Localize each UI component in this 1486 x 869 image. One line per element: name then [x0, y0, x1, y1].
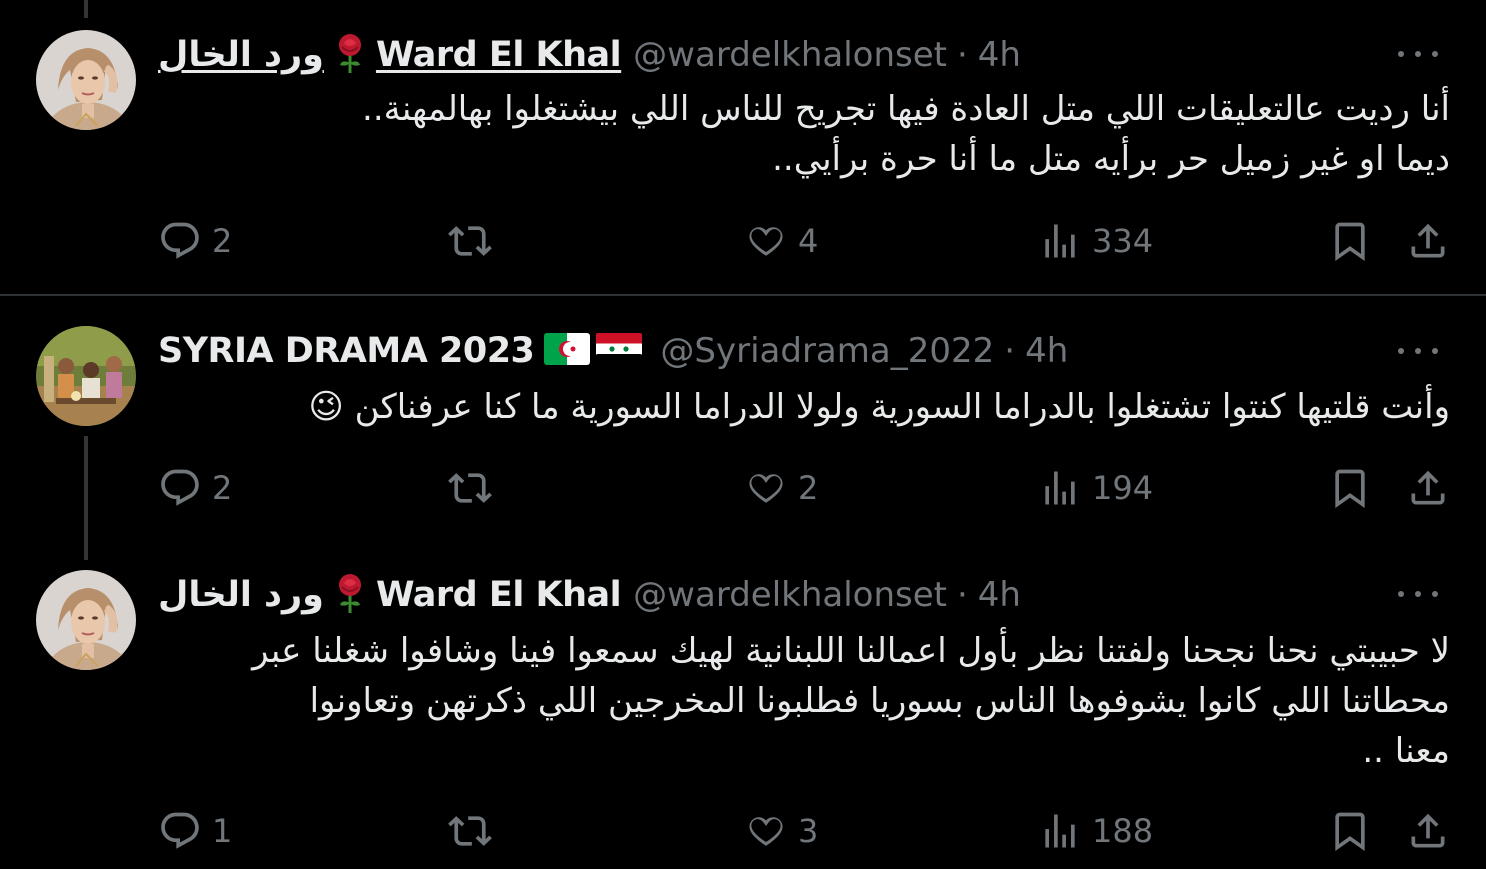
- reply-icon: [161, 222, 199, 259]
- reply-count: 1: [212, 812, 233, 850]
- algeria-flag: [544, 333, 591, 369]
- avatar[interactable]: [36, 30, 136, 130]
- separator-dot: ·: [956, 35, 968, 75]
- display-name[interactable]: Ward El Khal: [376, 575, 622, 615]
- share-button[interactable]: [1406, 216, 1450, 266]
- bookmark-icon: [1335, 469, 1365, 509]
- reply-icon: [161, 469, 199, 506]
- repost-icon: [448, 473, 492, 503]
- reply-button[interactable]: 2: [158, 216, 232, 266]
- views-icon: [1045, 224, 1075, 258]
- share-button[interactable]: [1406, 806, 1450, 856]
- views-button[interactable]: 334: [1038, 216, 1153, 266]
- timestamp[interactable]: 4h: [978, 575, 1021, 615]
- repost-button[interactable]: [448, 806, 492, 856]
- display-name-arabic[interactable]: ورد الخال: [158, 575, 324, 615]
- tweet-header: ورد الخال Ward El Khal @wardelkhalonset …: [158, 570, 1021, 620]
- views-button[interactable]: 188: [1038, 806, 1153, 856]
- heart-icon: [749, 474, 783, 503]
- bookmark-button[interactable]: [1328, 216, 1372, 266]
- separator-dot: ·: [1004, 331, 1016, 371]
- tweet-text-line: محطاتنا اللي كانوا يشوفوها الناس بسوريا …: [309, 681, 1450, 721]
- rose-emoji: [334, 33, 366, 77]
- tweet-header: ورد الخال Ward El Khal @wardelkhalonset …: [158, 30, 1021, 80]
- tweet-actions: 2 2 194: [158, 463, 1458, 513]
- tweet-text-line: وأنت قلتيها كنتوا تشتغلوا بالدراما السور…: [308, 387, 1450, 427]
- tweet-text: أنا رديت عالتعليقات اللي متل العادة فيها…: [158, 84, 1450, 184]
- share-icon: [1411, 470, 1445, 505]
- bookmark-button[interactable]: [1328, 463, 1372, 513]
- syria-flag: [596, 333, 643, 369]
- more-options-icon[interactable]: [1398, 346, 1438, 356]
- views-count: 188: [1092, 812, 1154, 850]
- timestamp[interactable]: 4h: [978, 35, 1021, 75]
- tweet-text-line: معنا ..: [1362, 731, 1450, 771]
- avatar[interactable]: [36, 570, 136, 670]
- tweet-text: وأنت قلتيها كنتوا تشتغلوا بالدراما السور…: [158, 382, 1450, 432]
- rose-emoji: [334, 573, 366, 617]
- repost-button[interactable]: [448, 216, 492, 266]
- display-name[interactable]: SYRIA DRAMA 2023: [158, 331, 535, 371]
- bookmark-icon: [1335, 222, 1365, 262]
- repost-icon: [448, 816, 492, 846]
- reply-icon: [161, 812, 199, 849]
- views-icon: [1045, 814, 1075, 848]
- separator-dot: ·: [956, 575, 968, 615]
- user-handle[interactable]: @wardelkhalonset: [633, 575, 947, 615]
- bookmark-icon: [1335, 812, 1365, 852]
- tweet-text-line: ديما او غير زميل حر برأيه متل ما أنا حرة…: [772, 139, 1450, 179]
- like-button[interactable]: 3: [744, 806, 818, 856]
- tweet-2[interactable]: SYRIA DRAMA 2023 @Syriadrama_2022 · 4h و…: [0, 296, 1486, 558]
- tweet-1[interactable]: ورد الخال Ward El Khal @wardelkhalonset …: [0, 0, 1486, 296]
- display-name-arabic[interactable]: ورد الخال: [158, 35, 324, 75]
- tweet-actions: 1 3 188: [158, 806, 1458, 856]
- views-button[interactable]: 194: [1038, 463, 1153, 513]
- repost-button[interactable]: [448, 463, 492, 513]
- user-handle[interactable]: @Syriadrama_2022: [660, 331, 994, 371]
- tweet-text-line: أنا رديت عالتعليقات اللي متل العادة فيها…: [362, 89, 1450, 129]
- reply-count: 2: [212, 469, 233, 507]
- share-icon: [1411, 223, 1445, 258]
- like-count: 2: [798, 469, 819, 507]
- more-options-icon[interactable]: [1398, 589, 1438, 599]
- bookmark-button[interactable]: [1328, 806, 1372, 856]
- views-count: 194: [1092, 469, 1154, 507]
- like-button[interactable]: 4: [744, 216, 818, 266]
- avatar[interactable]: [36, 326, 136, 426]
- heart-icon: [749, 227, 783, 256]
- user-handle[interactable]: @wardelkhalonset: [633, 35, 947, 75]
- timestamp[interactable]: 4h: [1025, 331, 1068, 371]
- reply-count: 2: [212, 222, 233, 260]
- tweet-3[interactable]: ورد الخال Ward El Khal @wardelkhalonset …: [0, 540, 1486, 869]
- share-button[interactable]: [1406, 463, 1450, 513]
- tweet-text-line: لا حبيبتي نحنا نجحنا ولفتنا نظر بأول اعم…: [252, 631, 1450, 671]
- tweet-actions: 2 4 334: [158, 216, 1458, 266]
- like-count: 4: [798, 222, 819, 260]
- tweet-text: لا حبيبتي نحنا نجحنا ولفتنا نظر بأول اعم…: [158, 626, 1450, 776]
- tweet-header: SYRIA DRAMA 2023 @Syriadrama_2022 · 4h: [158, 326, 1068, 376]
- more-options-icon[interactable]: [1398, 49, 1438, 59]
- views-icon: [1045, 471, 1075, 505]
- reply-button[interactable]: 1: [158, 806, 232, 856]
- share-icon: [1411, 813, 1445, 848]
- like-button[interactable]: 2: [744, 463, 818, 513]
- repost-icon: [448, 226, 492, 256]
- views-count: 334: [1092, 222, 1154, 260]
- like-count: 3: [798, 812, 819, 850]
- heart-icon: [749, 817, 783, 846]
- display-name[interactable]: Ward El Khal: [376, 35, 622, 75]
- reply-button[interactable]: 2: [158, 463, 232, 513]
